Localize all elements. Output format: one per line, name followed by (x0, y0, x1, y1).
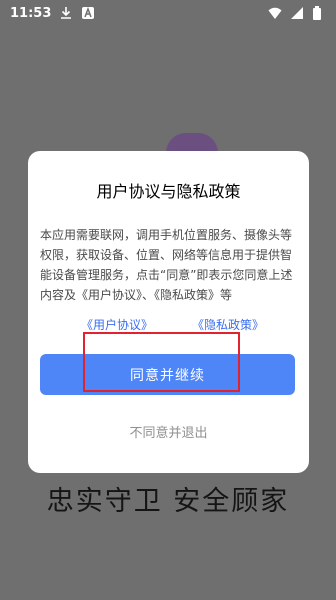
download-icon (59, 6, 73, 20)
status-bar-right (268, 6, 326, 20)
privacy-dialog: 用户协议与隐私政策 本应用需要联网，调用手机位置服务、摄像头等权限，获取设备、位… (28, 151, 309, 473)
signal-icon (290, 6, 304, 20)
dialog-body-text: 本应用需要联网，调用手机位置服务、摄像头等权限，获取设备、位置、网络等信息用于提… (40, 228, 293, 302)
generic-a-icon (81, 6, 95, 20)
background-logo-shape (166, 133, 218, 153)
disagree-exit-button[interactable]: 不同意并退出 (28, 422, 309, 441)
battery-icon (312, 6, 326, 20)
dialog-title: 用户协议与隐私政策 (96, 182, 241, 201)
status-time: 11:53 (10, 5, 52, 21)
wifi-icon (268, 6, 282, 20)
background-slogan: 忠实守卫 安全顾家 (46, 486, 290, 517)
privacy-policy-link[interactable]: 《隐私政策》 (192, 316, 264, 333)
user-agreement-link[interactable]: 《用户协议》 (81, 316, 153, 333)
policy-links: 《用户协议》 《隐私政策》 (28, 316, 309, 336)
status-bar-left: 11:53 (10, 6, 95, 21)
agree-continue-button[interactable]: 同意并继续 (40, 354, 295, 395)
status-bar: 11:53 (0, 0, 336, 26)
